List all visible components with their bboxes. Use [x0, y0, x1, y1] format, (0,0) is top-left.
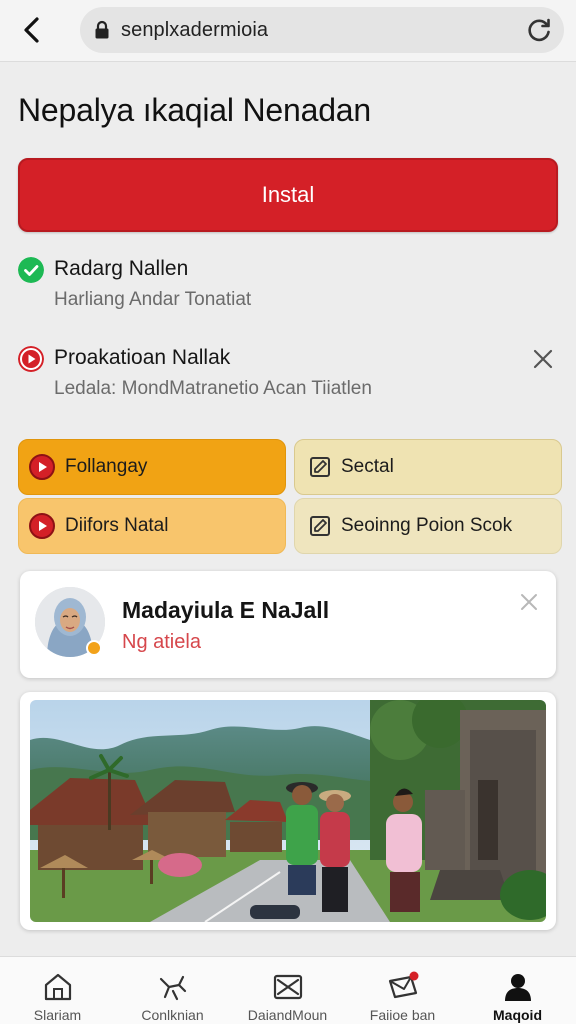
nav-item-maqoid[interactable]: Maqoid: [460, 957, 575, 1024]
tile-sectal[interactable]: Sectal: [294, 439, 562, 495]
close-icon[interactable]: [532, 348, 554, 370]
nav-item-slariam[interactable]: Slariam: [0, 957, 115, 1024]
profile-card[interactable]: Madayiula E NaJall Ng atiela: [20, 571, 556, 678]
bird-icon: [159, 975, 187, 1001]
profile-name: Madayiula E NaJall: [122, 597, 330, 623]
page-title: Nepalya ıkaqial Nenadan: [18, 92, 371, 128]
install-button[interactable]: Instal: [18, 158, 558, 232]
home-icon: [44, 973, 72, 1001]
nav-label: Slariam: [33, 1007, 82, 1023]
address-bar[interactable]: senplxadermioia: [80, 7, 564, 53]
mail-box-icon: [273, 974, 303, 1000]
village-photo: [30, 700, 546, 922]
nav-label: Maqoid: [493, 1007, 542, 1023]
play-icon: [29, 454, 55, 480]
info-row-promotion[interactable]: Proakatioan Nallak Ledala: MondMatraneti…: [18, 346, 558, 406]
close-icon[interactable]: [520, 593, 538, 611]
tile-follangay[interactable]: Follangay: [18, 439, 286, 495]
play-circle-icon: [18, 346, 44, 372]
info-subtitle: Ledala: MondMatranetio Acan Tiiatlen: [54, 378, 372, 399]
info-title: Radarg Nallen: [54, 257, 189, 280]
tile-label: Sectal: [341, 456, 394, 477]
tile-diifors-natal[interactable]: Diifors Natal: [18, 498, 286, 554]
online-status-dot: [86, 640, 102, 656]
url-text: senplxadermioia: [121, 19, 269, 41]
bottom-navigation: Slariam Conlknian DaiandMoun Faiioe ban …: [0, 956, 576, 1024]
tile-seoinng-poion-scok[interactable]: Seoinng Poion Scok: [294, 498, 562, 554]
back-button[interactable]: [14, 12, 50, 48]
nav-item-daiandmoun[interactable]: DaiandMoun: [230, 957, 345, 1024]
info-subtitle: Harliang Andar Tonatiat: [54, 289, 252, 310]
tile-label: Diifors Natal: [65, 515, 169, 536]
mail-notification-icon: [388, 971, 419, 999]
nav-item-faiioe-ban[interactable]: Faiioe ban: [345, 957, 460, 1024]
tile-label: Follangay: [65, 456, 148, 477]
nav-item-conlknian[interactable]: Conlknian: [115, 957, 230, 1024]
profile-subtitle: Ng atiela: [122, 631, 201, 653]
tile-label: Seoinng Poion Scok: [341, 515, 513, 536]
nav-label: DaiandMoun: [247, 1007, 328, 1023]
nav-label: Conlknian: [141, 1007, 204, 1023]
photo-card[interactable]: [20, 692, 556, 930]
play-icon: [29, 513, 55, 539]
edit-icon: [310, 457, 330, 477]
nav-label: Faiioe ban: [369, 1007, 436, 1023]
person-icon: [505, 974, 531, 1001]
info-row-verified[interactable]: Radarg Nallen Harliang Andar Tonatiat: [18, 257, 558, 317]
check-circle-icon: [18, 257, 44, 283]
edit-icon: [310, 516, 330, 536]
lock-icon: [95, 20, 109, 39]
reload-icon[interactable]: [526, 17, 552, 43]
info-title: Proakatioan Nallak: [54, 346, 231, 369]
browser-toolbar: senplxadermioia: [0, 0, 576, 62]
chevron-left-icon: [24, 17, 39, 43]
